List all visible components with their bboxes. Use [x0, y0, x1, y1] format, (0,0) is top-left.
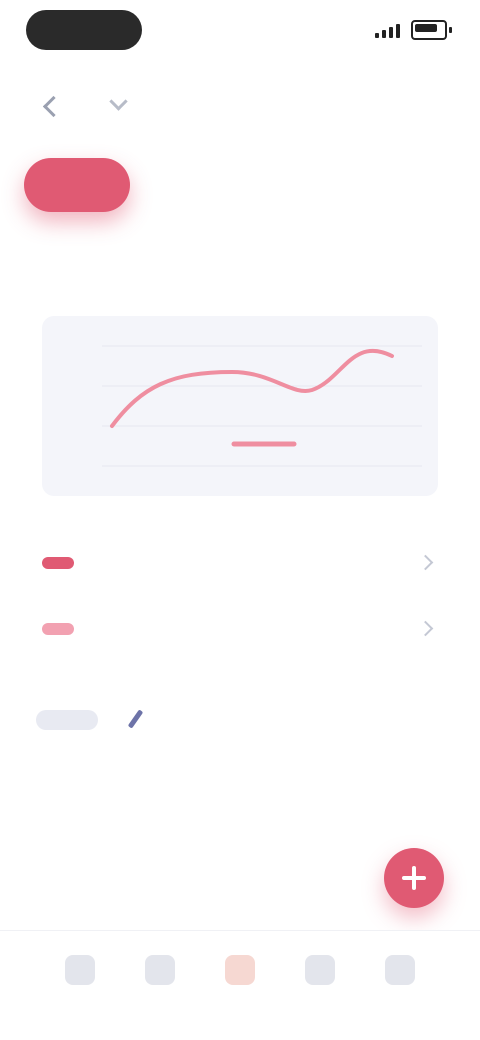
tab-icon-1 — [65, 955, 95, 985]
legend-row-1[interactable] — [42, 540, 438, 586]
tabbar-item-5[interactable] — [372, 955, 428, 1011]
bottom-tab-bar — [0, 930, 480, 1040]
tab-3[interactable] — [262, 158, 352, 212]
legend-swatch-2 — [42, 623, 74, 635]
legend-swatch-1 — [42, 557, 74, 569]
period-tabs — [24, 150, 464, 220]
pen-icon[interactable] — [124, 709, 146, 731]
chart-svg — [102, 345, 422, 467]
chevron-right-icon — [418, 619, 438, 639]
signal-icon — [375, 22, 401, 38]
tabbar-item-4[interactable] — [292, 955, 348, 1011]
tab-icon-5 — [385, 955, 415, 985]
tabbar-item-1[interactable] — [52, 955, 108, 1011]
header — [0, 74, 480, 138]
app-screen — [0, 0, 480, 1040]
tab-icon-3 — [225, 955, 255, 985]
tabbar-item-3[interactable] — [212, 955, 268, 1011]
back-icon[interactable] — [36, 90, 68, 122]
tab-icon-4 — [305, 955, 335, 985]
dynamic-island — [26, 10, 142, 50]
tab-2[interactable] — [144, 158, 254, 212]
chevron-right-icon — [418, 553, 438, 573]
tab-4[interactable] — [364, 158, 464, 212]
chart-card — [42, 316, 438, 496]
status-bar — [0, 0, 480, 64]
series-line — [110, 348, 394, 428]
legend-row-2[interactable] — [42, 606, 438, 652]
tab-1[interactable] — [24, 158, 130, 212]
tab-icon-2 — [145, 955, 175, 985]
info-row — [36, 700, 436, 740]
info-pill — [36, 710, 98, 730]
status-icons — [375, 20, 452, 40]
chevron-down-icon[interactable] — [108, 95, 130, 117]
tabbar-item-2[interactable] — [132, 955, 188, 1011]
battery-icon — [411, 20, 447, 40]
battery-tip — [449, 27, 452, 33]
add-button[interactable] — [384, 848, 444, 908]
